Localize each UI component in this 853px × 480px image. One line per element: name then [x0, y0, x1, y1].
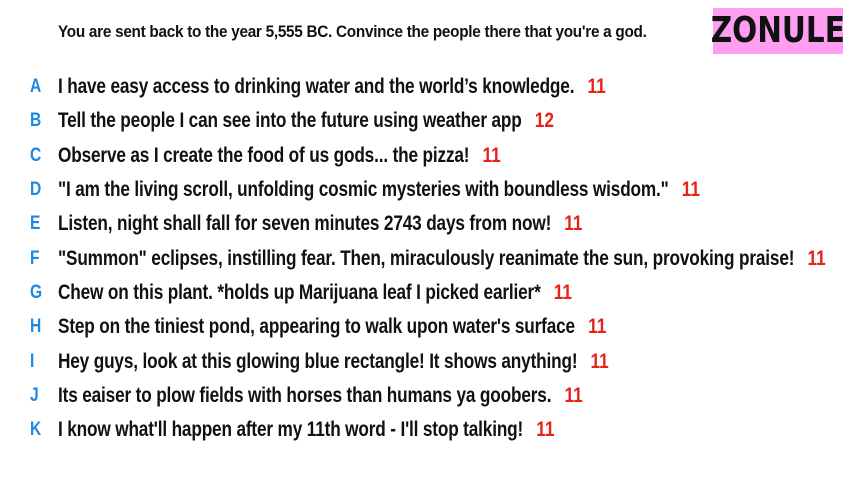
answer-body: Step on the tiniest pond, appearing to w… — [58, 315, 606, 339]
answer-item-b: B Tell the people I can see into the fut… — [0, 104, 853, 138]
word-count: 11 — [681, 178, 701, 202]
answer-text: I have easy access to drinking water and… — [58, 75, 575, 99]
answer-text: Step on the tiniest pond, appearing to w… — [58, 315, 575, 339]
word-count: 11 — [482, 143, 501, 167]
answer-text: Hey guys, look at this glowing blue rect… — [58, 349, 578, 373]
answer-letter: H — [30, 316, 42, 338]
word-count: 11 — [587, 75, 606, 99]
word-count: 11 — [807, 246, 826, 270]
answer-item-c: C Observe as I create the food of us god… — [0, 139, 853, 173]
answer-item-h: H Step on the tiniest pond, appearing to… — [0, 310, 853, 344]
answer-body: I know what'll happen after my 11th word… — [58, 418, 554, 442]
question-prompt: You are sent back to the year 5,555 BC. … — [58, 22, 647, 41]
answer-body: Chew on this plant. *holds up Marijuana … — [58, 281, 572, 305]
answer-letter: K — [30, 419, 42, 441]
answer-letter: G — [30, 281, 43, 303]
word-count: 11 — [590, 349, 609, 373]
answer-letter: C — [30, 144, 42, 166]
answer-text: I know what'll happen after my 11th word… — [58, 418, 524, 442]
answer-body: Hey guys, look at this glowing blue rect… — [58, 350, 609, 374]
answer-letter: I — [30, 350, 35, 372]
word-count: 11 — [588, 315, 607, 339]
answer-text: Listen, night shall fall for seven minut… — [58, 212, 552, 236]
answer-item-j: J Its eaiser to plow fields with horses … — [0, 379, 853, 413]
word-count: 11 — [564, 212, 583, 236]
answer-letter: J — [30, 384, 39, 406]
answer-body: Listen, night shall fall for seven minut… — [58, 212, 582, 236]
answer-letter: B — [30, 110, 42, 132]
answer-letter: D — [30, 179, 42, 201]
answer-text: Its eaiser to plow fields with horses th… — [58, 383, 552, 407]
answer-item-f: F "Summon" eclipses, instilling fear. Th… — [0, 241, 853, 275]
answer-item-i: I Hey guys, look at this glowing blue re… — [0, 344, 853, 378]
answer-letter: F — [30, 247, 40, 269]
answer-item-g: G Chew on this plant. *holds up Marijuan… — [0, 276, 853, 310]
answer-body: Its eaiser to plow fields with horses th… — [58, 384, 583, 408]
answer-letter: A — [30, 76, 42, 98]
answer-text: Chew on this plant. *holds up Marijuana … — [58, 280, 541, 304]
answer-text: Tell the people I can see into the futur… — [58, 109, 522, 133]
word-count: 11 — [553, 280, 572, 304]
answer-item-k: K I know what'll happen after my 11th wo… — [0, 413, 853, 447]
answer-text: "I am the living scroll, unfolding cosmi… — [58, 178, 669, 202]
answer-list: A I have easy access to drinking water a… — [0, 70, 853, 447]
answer-body: "I am the living scroll, unfolding cosmi… — [58, 178, 700, 202]
answer-item-e: E Listen, night shall fall for seven min… — [0, 207, 853, 241]
answer-text: "Summon" eclipses, instilling fear. Then… — [58, 246, 795, 270]
brand-logo: ZONULE — [710, 8, 846, 54]
answer-body: I have easy access to drinking water and… — [58, 75, 606, 99]
word-count: 11 — [564, 383, 583, 407]
word-count: 12 — [534, 109, 554, 133]
answer-body: Observe as I create the food of us gods.… — [58, 144, 501, 168]
answer-item-d: D "I am the living scroll, unfolding cos… — [0, 173, 853, 207]
word-count: 11 — [536, 418, 555, 442]
brand-name: ZONULE — [710, 10, 846, 51]
answer-body: "Summon" eclipses, instilling fear. Then… — [58, 247, 826, 271]
answer-body: Tell the people I can see into the futur… — [58, 109, 554, 133]
answer-text: Observe as I create the food of us gods.… — [58, 143, 470, 167]
answer-item-a: A I have easy access to drinking water a… — [0, 70, 853, 104]
answer-letter: E — [30, 213, 41, 235]
